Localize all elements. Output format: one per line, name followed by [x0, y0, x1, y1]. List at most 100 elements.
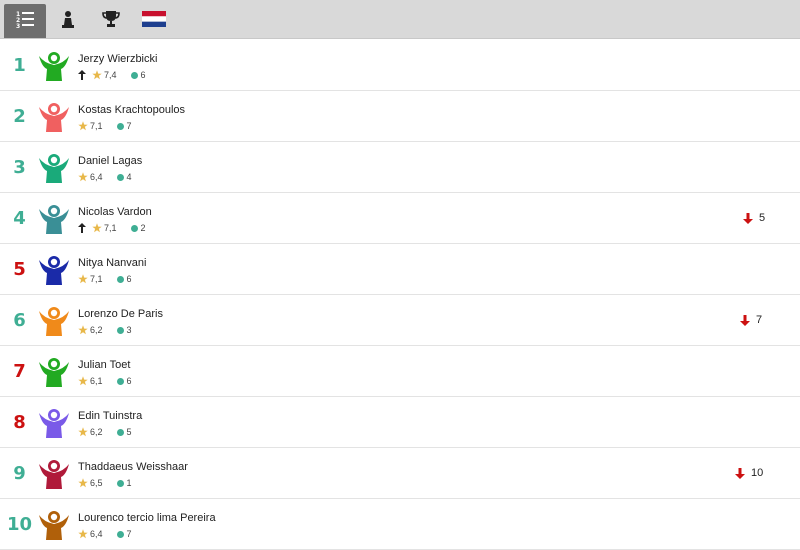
- player-row[interactable]: 7 Julian Toet 6,1 6: [0, 346, 800, 397]
- rank-number: 5: [13, 259, 26, 280]
- player-rating: 7,4: [104, 70, 117, 80]
- trophy-icon: [101, 10, 121, 32]
- top-toolbar: 1 2 3: [0, 0, 800, 39]
- trophy-tab[interactable]: [90, 4, 132, 38]
- rank-change: 10: [735, 466, 763, 480]
- rank-number: 7: [13, 361, 26, 382]
- arrow-down-icon: [735, 467, 745, 479]
- rank-number: 6: [13, 310, 26, 331]
- player-name[interactable]: Daniel Lagas: [78, 155, 142, 167]
- player-stats: 6,4 7: [78, 528, 132, 540]
- player-row[interactable]: 5 Nitya Nanvani 7,1 6: [0, 244, 800, 295]
- player-stats: 6,1 6: [78, 375, 132, 387]
- player-avatar-icon[interactable]: [37, 405, 71, 439]
- player-rating: 6,2: [90, 325, 103, 335]
- player-name[interactable]: Lourenco tercio lima Pereira: [78, 512, 216, 524]
- player-name[interactable]: Lorenzo De Paris: [78, 308, 163, 320]
- player-stats: 7,1 6: [78, 273, 132, 285]
- player-name[interactable]: Thaddaeus Weisshaar: [78, 461, 188, 473]
- player-name[interactable]: Kostas Krachtopoulos: [78, 104, 185, 116]
- player-row[interactable]: 4 Nicolas Vardon 7,1 2 5: [0, 193, 800, 244]
- netherlands-flag-icon: [142, 11, 166, 31]
- rank-number: 1: [13, 55, 26, 76]
- player-avatar-icon[interactable]: [37, 303, 71, 337]
- player-avatar-icon[interactable]: [37, 354, 71, 388]
- star-icon: [78, 325, 88, 335]
- star-icon: [78, 529, 88, 539]
- games-dot-icon: [116, 275, 124, 283]
- star-icon: [78, 172, 88, 182]
- games-count: 7: [126, 529, 132, 539]
- player-name[interactable]: Nicolas Vardon: [78, 206, 152, 218]
- player-stats: 6,5 1: [78, 477, 132, 489]
- games-dot-icon: [116, 377, 124, 385]
- player-stats: 7,1 7: [78, 120, 132, 132]
- games-dot-icon: [116, 122, 124, 130]
- games-dot-icon: [116, 428, 124, 436]
- rank-number: 10: [6, 514, 33, 535]
- player-row[interactable]: 1 Jerzy Wierzbicki 7,4 6: [0, 40, 800, 91]
- player-stats: 7,1 2: [78, 222, 146, 234]
- star-icon: [92, 70, 102, 80]
- player-rating: 7,1: [104, 223, 117, 233]
- games-dot-icon: [116, 530, 124, 538]
- ranking-list: 1 Jerzy Wierzbicki 7,4 6 2 Kostas Kracht…: [0, 40, 800, 550]
- player-row[interactable]: 8 Edin Tuinstra 6,2 5: [0, 397, 800, 448]
- player-name[interactable]: Jerzy Wierzbicki: [78, 53, 157, 65]
- player-avatar-icon[interactable]: [37, 48, 71, 82]
- rank-change: 7: [740, 313, 762, 327]
- player-row[interactable]: 9 Thaddaeus Weisshaar 6,5 1 10: [0, 448, 800, 499]
- pawn-icon: [61, 10, 75, 32]
- games-dot-icon: [130, 224, 138, 232]
- player-tab[interactable]: [47, 4, 89, 38]
- games-count: 3: [126, 325, 132, 335]
- star-icon: [78, 274, 88, 284]
- games-count: 7: [126, 121, 132, 131]
- games-dot-icon: [116, 173, 124, 181]
- trend-up-icon: [78, 70, 86, 80]
- player-stats: 6,2 5: [78, 426, 132, 438]
- star-icon: [78, 478, 88, 488]
- player-stats: 7,4 6: [78, 69, 146, 81]
- rank-change-value: 7: [756, 314, 763, 326]
- rank-number: 4: [13, 208, 26, 229]
- svg-text:3: 3: [16, 23, 20, 29]
- player-name[interactable]: Nitya Nanvani: [78, 257, 146, 269]
- player-row[interactable]: 3 Daniel Lagas 6,4 4: [0, 142, 800, 193]
- country-tab[interactable]: [133, 4, 175, 38]
- rank-change-value: 5: [759, 212, 766, 224]
- player-name[interactable]: Edin Tuinstra: [78, 410, 142, 422]
- games-dot-icon: [116, 479, 124, 487]
- player-avatar-icon[interactable]: [37, 99, 71, 133]
- player-avatar-icon[interactable]: [37, 456, 71, 490]
- games-count: 6: [126, 274, 132, 284]
- games-count: 5: [126, 427, 132, 437]
- rank-number: 2: [13, 106, 26, 127]
- star-icon: [78, 121, 88, 131]
- games-dot-icon: [130, 71, 138, 79]
- player-avatar-icon[interactable]: [37, 201, 71, 235]
- player-stats: 6,2 3: [78, 324, 132, 336]
- games-dot-icon: [116, 326, 124, 334]
- games-count: 1: [126, 478, 132, 488]
- player-name[interactable]: Julian Toet: [78, 359, 130, 371]
- rank-number: 3: [13, 157, 26, 178]
- player-avatar-icon[interactable]: [37, 150, 71, 184]
- player-rating: 6,2: [90, 427, 103, 437]
- player-avatar-icon[interactable]: [37, 252, 71, 286]
- games-count: 6: [140, 70, 146, 80]
- rank-change-value: 10: [751, 467, 764, 479]
- games-count: 4: [126, 172, 132, 182]
- arrow-down-icon: [740, 314, 750, 326]
- player-rating: 6,5: [90, 478, 103, 488]
- player-row[interactable]: 10 Lourenco tercio lima Pereira 6,4 7: [0, 499, 800, 550]
- ranking-list-tab[interactable]: 1 2 3: [4, 4, 46, 38]
- player-rating: 6,1: [90, 376, 103, 386]
- player-row[interactable]: 6 Lorenzo De Paris 6,2 3 7: [0, 295, 800, 346]
- player-rating: 7,1: [90, 274, 103, 284]
- player-avatar-icon[interactable]: [37, 507, 71, 541]
- trend-up-icon: [78, 223, 86, 233]
- games-count: 6: [126, 376, 132, 386]
- player-rating: 7,1: [90, 121, 103, 131]
- player-row[interactable]: 2 Kostas Krachtopoulos 7,1 7: [0, 91, 800, 142]
